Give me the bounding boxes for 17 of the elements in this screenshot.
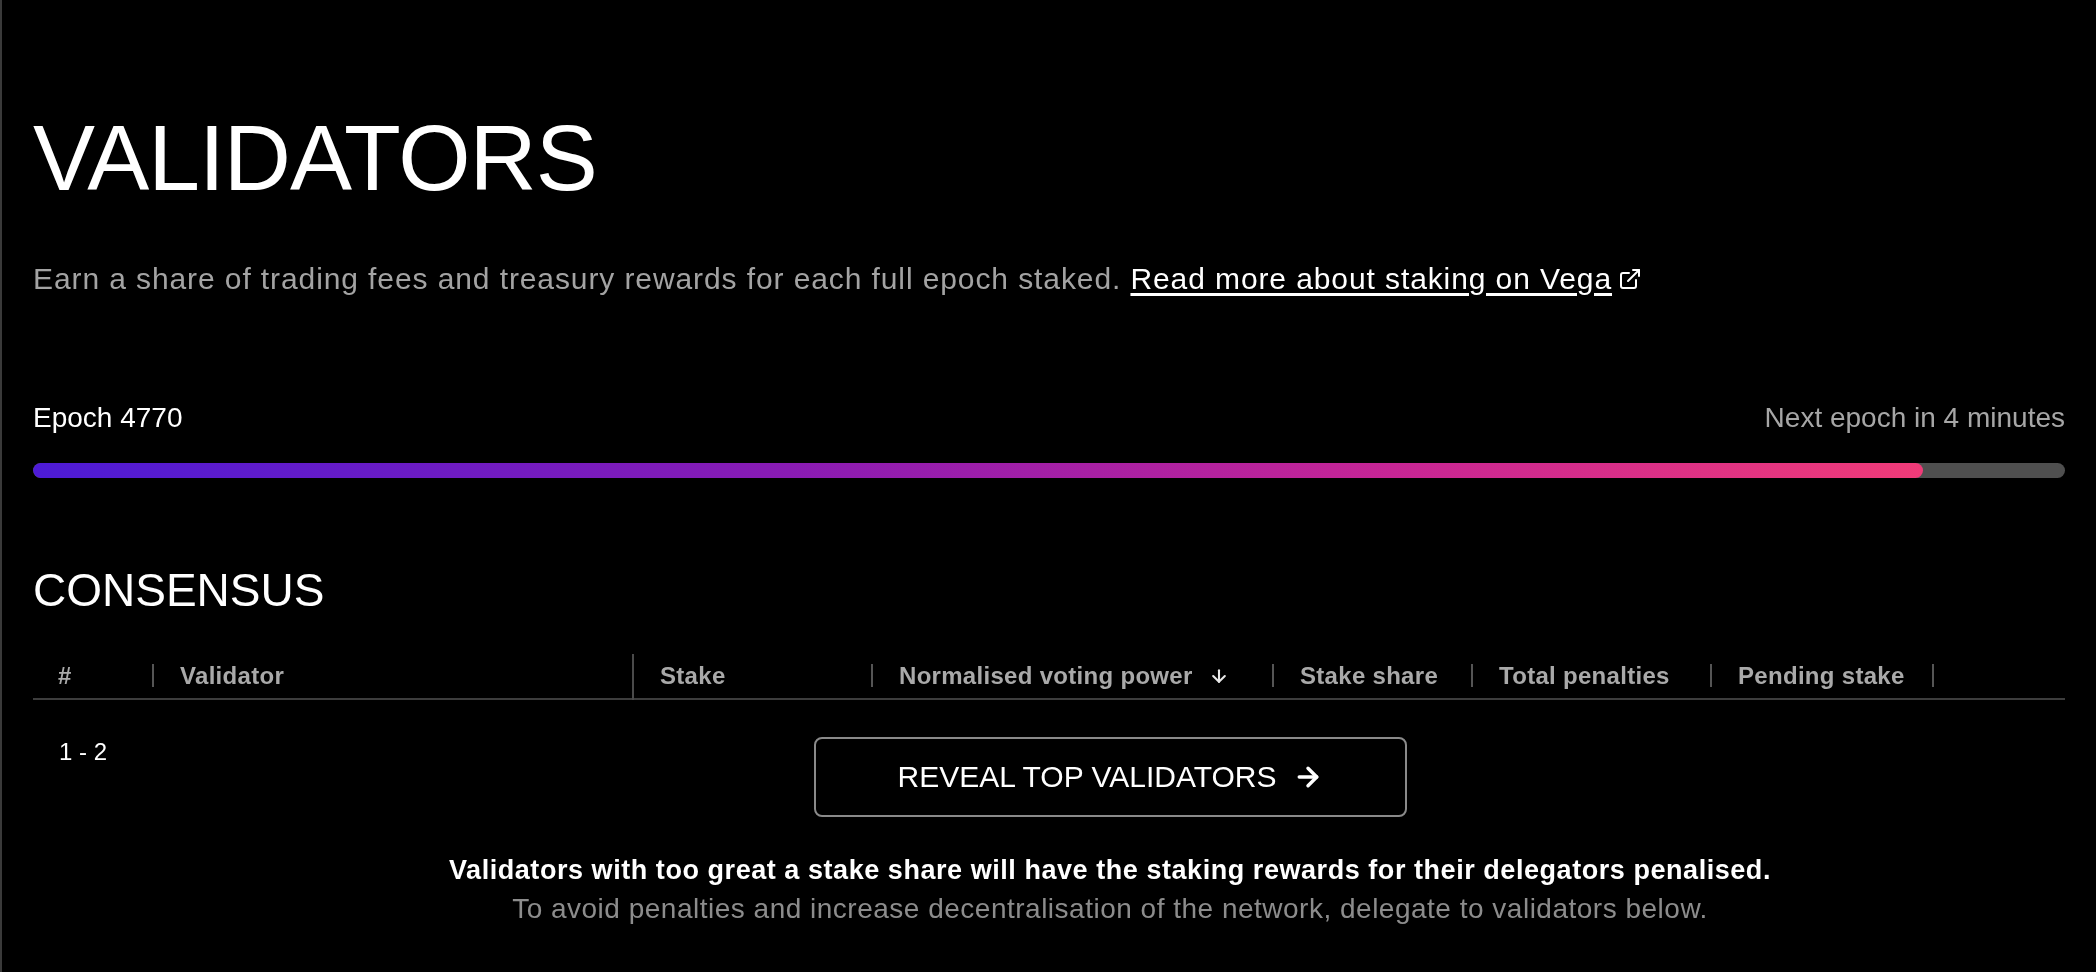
column-header[interactable]: Pending stake <box>1713 654 1935 698</box>
column-header[interactable]: # <box>33 654 155 698</box>
column-header[interactable]: Total penalties <box>1474 654 1713 698</box>
page-title: VALIDATORS <box>33 112 597 205</box>
column-header[interactable]: Normalised voting power <box>874 654 1275 698</box>
section-title: CONSENSUS <box>33 567 325 613</box>
column-header[interactable]: Stake share <box>1275 654 1474 698</box>
staking-link[interactable]: Read more about staking on Vega <box>1130 261 1642 297</box>
column-header[interactable]: Validator <box>155 654 635 698</box>
reveal-validators-button[interactable]: REVEAL TOP VALIDATORS <box>813 737 1407 817</box>
page-description: Earn a share of trading fees and treasury rewards for each full epoch staked. Read more about staking on Vega <box>33 261 1642 297</box>
notice-headline: Validators with too great a stake share will have the staking rewards for their delegators penalised. <box>449 854 1771 886</box>
notice-detail: To avoid penalties and increase decentralisation of the network, delegate to validators below. <box>512 892 1708 926</box>
rank-range: 1 - 2 <box>59 738 108 765</box>
column-header[interactable]: Stake <box>635 654 874 698</box>
epoch-label: Epoch 4770 <box>33 401 183 435</box>
epoch-countdown: Next epoch in 4 minutes <box>1764 401 2065 435</box>
